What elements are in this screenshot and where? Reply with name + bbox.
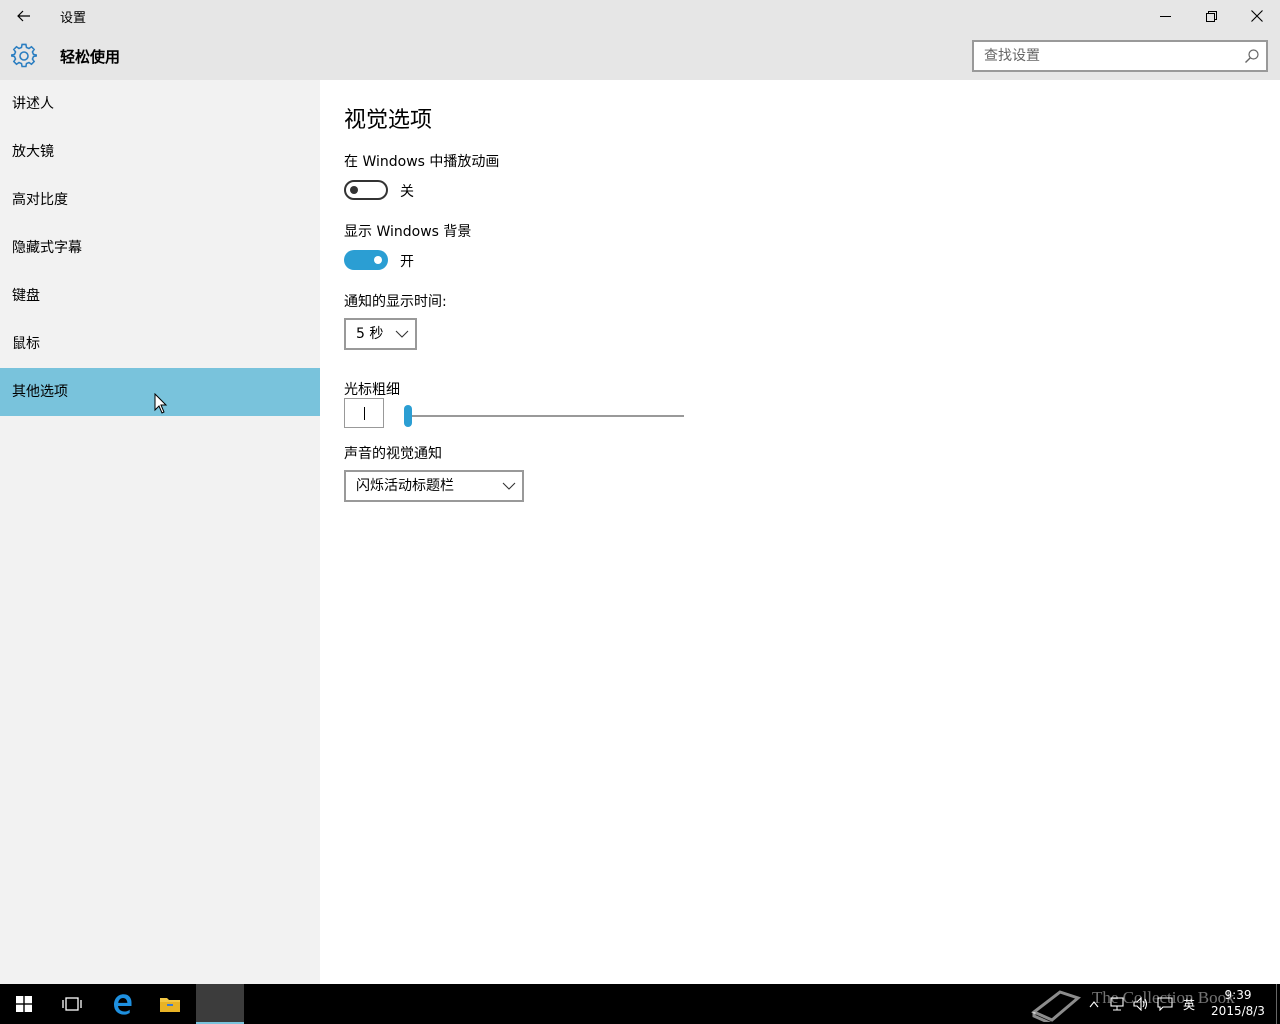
cursor-thickness-slider-track[interactable]	[408, 415, 684, 417]
back-button[interactable]	[8, 0, 40, 32]
message-icon	[1157, 997, 1173, 1011]
show-desktop-button[interactable]	[1276, 984, 1277, 1024]
chevron-down-icon	[395, 330, 409, 338]
restore-button[interactable]	[1188, 0, 1234, 32]
chevron-down-icon	[502, 482, 516, 490]
background-label: 显示 Windows 背景	[344, 224, 472, 240]
clock-time: 9:39	[1224, 988, 1252, 1002]
page-heading: 轻松使用	[60, 48, 121, 66]
task-view-icon	[62, 997, 82, 1011]
minimize-button[interactable]	[1142, 0, 1188, 32]
animations-state: 关	[400, 184, 414, 200]
taskbar: The Collection Book 英 9:39 2015/8/3	[0, 984, 1280, 1024]
settings-taskbar-button[interactable]	[196, 984, 244, 1024]
windows-logo-icon	[16, 996, 32, 1012]
gear-icon	[11, 43, 37, 68]
main-content: 视觉选项 在 Windows 中播放动画 关 显示 Windows 背景 开 通…	[320, 80, 1280, 984]
notifications-tray-button[interactable]	[1154, 984, 1176, 1024]
search-input[interactable]	[974, 42, 1234, 70]
cursor-thickness-label: 光标粗细	[344, 382, 400, 398]
close-icon	[1251, 10, 1263, 22]
sidebar-item-closed-captions[interactable]: 隐藏式字幕	[0, 224, 320, 272]
toggle-knob	[350, 186, 358, 194]
animations-toggle[interactable]	[344, 180, 388, 200]
visual-sound-dropdown[interactable]: 闪烁活动标题栏	[344, 470, 524, 502]
cursor-preview	[344, 398, 384, 428]
window-title: 设置	[60, 11, 87, 26]
chevron-up-icon	[1089, 1001, 1099, 1008]
file-explorer-taskbar-button[interactable]	[146, 984, 194, 1024]
sidebar-item-magnifier[interactable]: 放大镜	[0, 128, 320, 176]
cursor-thickness-slider-thumb[interactable]	[404, 405, 412, 427]
back-arrow-icon	[17, 10, 30, 22]
text-caret	[364, 407, 365, 420]
background-state: 开	[400, 254, 414, 270]
toggle-knob	[374, 256, 382, 264]
title-bar: 设置	[0, 0, 1280, 32]
sidebar-item-narrator[interactable]: 讲述人	[0, 80, 320, 128]
mouse-pointer-icon	[154, 393, 168, 414]
sidebar: 讲述人 放大镜 高对比度 隐藏式字幕 键盘 鼠标 其他选项	[0, 80, 320, 984]
visual-sound-value: 闪烁活动标题栏	[356, 478, 454, 494]
notification-time-dropdown[interactable]: 5 秒	[344, 318, 417, 350]
notification-time-label: 通知的显示时间:	[344, 294, 447, 310]
search-icon[interactable]	[1244, 48, 1260, 64]
edge-taskbar-button[interactable]	[98, 984, 146, 1024]
animations-label: 在 Windows 中播放动画	[344, 154, 500, 170]
clock-date: 2015/8/3	[1211, 1004, 1265, 1018]
book-logo-icon	[1031, 990, 1082, 1022]
sidebar-item-keyboard[interactable]: 键盘	[0, 272, 320, 320]
minimize-icon	[1159, 15, 1171, 17]
folder-icon	[160, 998, 180, 1012]
taskbar-clock[interactable]: 9:39 2015/8/3	[1200, 987, 1276, 1019]
network-icon	[1110, 997, 1124, 1011]
section-title: 视觉选项	[344, 108, 433, 133]
show-hidden-icons-button[interactable]	[1084, 984, 1104, 1024]
visual-sound-label: 声音的视觉通知	[344, 446, 442, 462]
background-toggle[interactable]	[344, 250, 388, 270]
edge-browser-icon	[114, 994, 132, 1015]
sidebar-item-high-contrast[interactable]: 高对比度	[0, 176, 320, 224]
restore-icon	[1205, 10, 1217, 22]
start-button[interactable]	[0, 984, 48, 1024]
network-tray-button[interactable]	[1106, 984, 1128, 1024]
volume-tray-button[interactable]	[1130, 984, 1152, 1024]
page-header: 轻松使用	[0, 32, 1280, 80]
notification-time-value: 5 秒	[356, 326, 384, 342]
input-language-indicator[interactable]: 英	[1178, 984, 1200, 1024]
task-view-button[interactable]	[48, 984, 96, 1024]
sidebar-item-mouse[interactable]: 鼠标	[0, 320, 320, 368]
close-button[interactable]	[1234, 0, 1280, 32]
speaker-icon	[1133, 997, 1148, 1011]
search-box[interactable]	[972, 40, 1268, 72]
